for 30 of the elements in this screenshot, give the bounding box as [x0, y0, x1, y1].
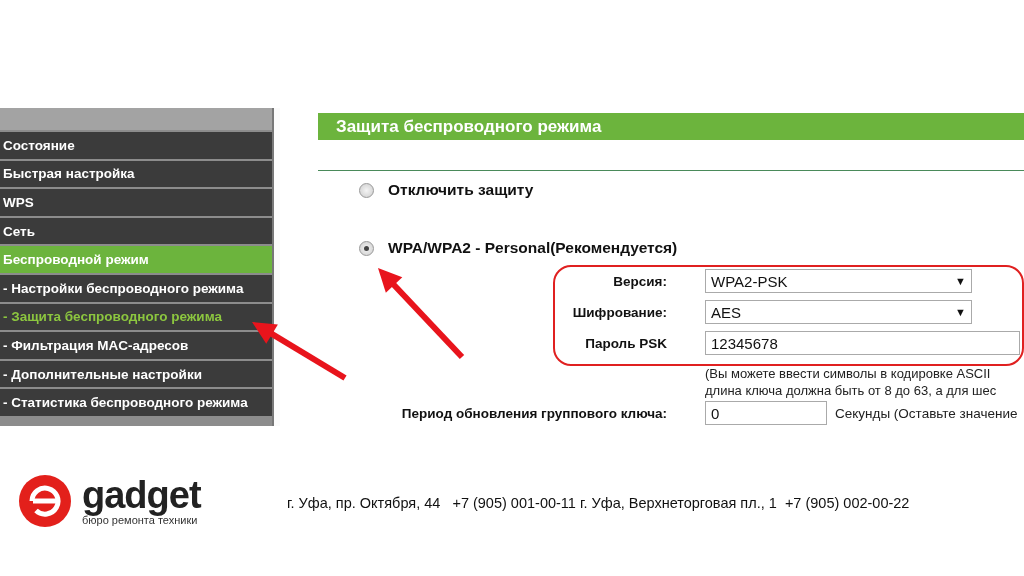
- menu-item[interactable]: - Статистика беспроводного режима: [0, 389, 272, 416]
- field-note: Секунды (Оставьте значение: [835, 405, 1018, 421]
- caret-icon: ▼: [955, 275, 966, 287]
- field-label: Версия:: [612, 273, 667, 289]
- hint-text: длина ключа должна быть от 8 до 63, а для шес: [705, 382, 998, 399]
- password-field[interactable]: 12345678: [705, 331, 1020, 355]
- section-title: Защита беспроводного режима: [318, 113, 1024, 140]
- caret-icon: ▼: [955, 306, 966, 318]
- menu-item[interactable]: - Дополнительные настройки: [0, 360, 272, 388]
- dropdown[interactable]: WPA2-PSK ▼: [705, 269, 972, 293]
- option-label: Отключить защиту: [388, 181, 534, 199]
- input-field[interactable]: 0: [705, 401, 827, 425]
- menu-item[interactable]: Состояние: [0, 132, 272, 159]
- menu-item[interactable]: - Настройки беспроводного режима: [0, 274, 272, 302]
- menu-item[interactable]: - Фильтрация MAC-адресов: [0, 332, 272, 359]
- hint-text: (Вы можете ввести символы в кодировке ASCII: [705, 365, 992, 382]
- field-label: Шифрование:: [571, 304, 667, 320]
- brand-name: gadget: [82, 476, 201, 514]
- dropdown[interactable]: AES ▼: [705, 300, 972, 324]
- contact-info: г. Уфа, пр. Октября, 44 +7 (905) 001-00-11 г. Уфа, Верхнеторговая пл., 1 +7 (905) 002-00-22: [287, 495, 910, 511]
- logo-icon: [18, 474, 72, 528]
- option-label: WPA/WPA2 - Personal(Рекомендуется): [388, 239, 678, 257]
- menu-item[interactable]: WPS: [0, 189, 272, 216]
- field-label: Период обновления группового ключа:: [400, 405, 667, 421]
- radio-button[interactable]: [359, 182, 374, 198]
- field-label: Пароль PSK: [584, 335, 667, 351]
- menu-item[interactable]: - Защита беспроводного режима: [0, 303, 272, 331]
- menu-item[interactable]: Сеть: [0, 217, 272, 245]
- radio-button[interactable]: [359, 240, 374, 256]
- menu-item[interactable]: Быстрая настройка: [0, 160, 272, 188]
